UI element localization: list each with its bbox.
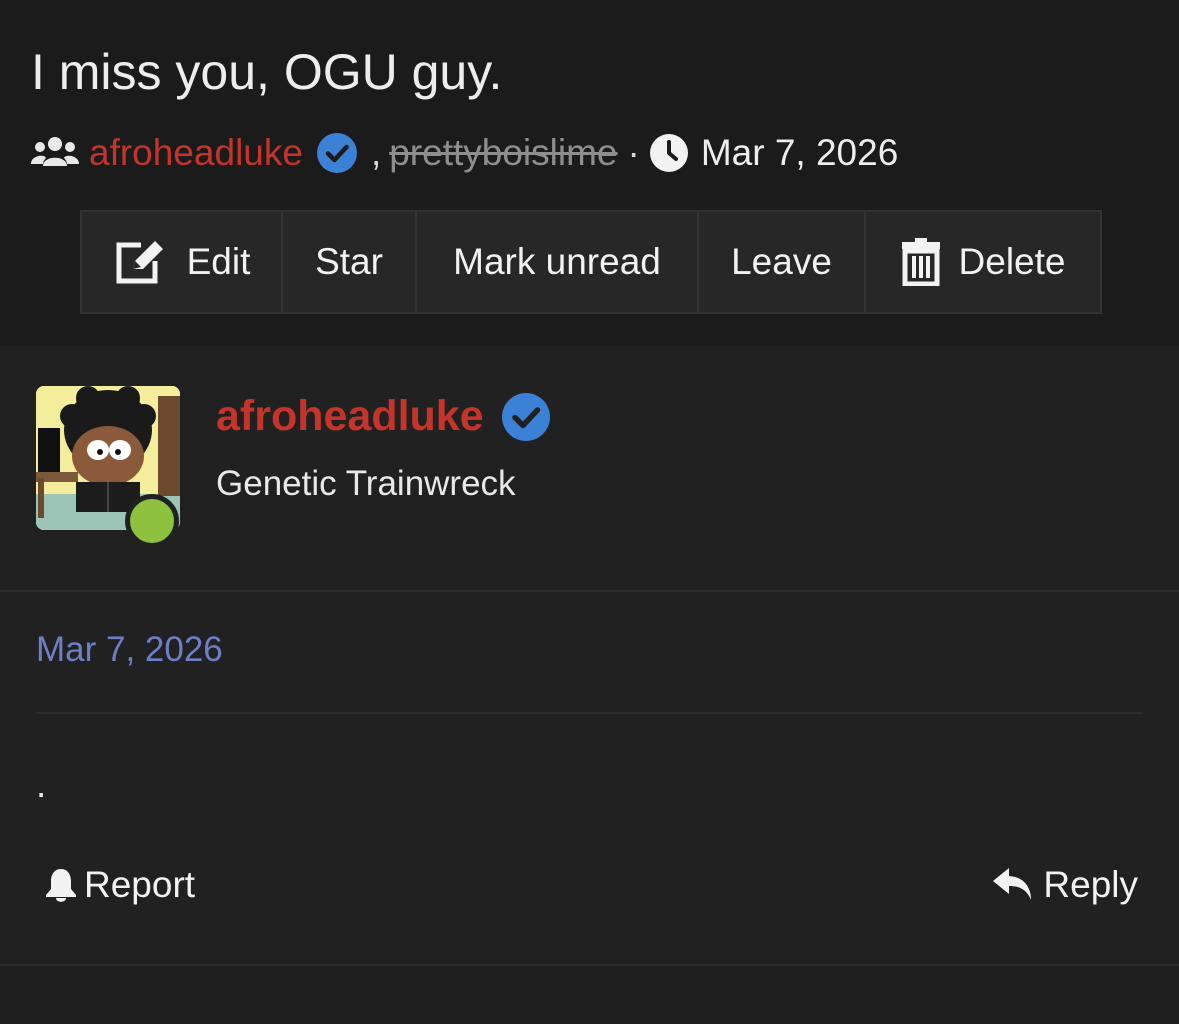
online-status-indicator (125, 494, 179, 548)
bell-icon (46, 869, 76, 902)
report-label: Report (84, 864, 196, 905)
participant-separator: , (370, 132, 382, 173)
author-username[interactable]: afroheadluke (216, 392, 484, 441)
reply-label: Reply (1043, 864, 1138, 905)
edit-icon (116, 241, 163, 284)
users-icon (31, 137, 79, 166)
conversation-toolbar: Edit Star Mark unread Leave Delete (80, 210, 1102, 314)
star-button[interactable]: Star (283, 212, 417, 312)
mark-unread-label: Mark unread (453, 241, 661, 282)
star-label: Star (315, 241, 383, 282)
leave-button[interactable]: Leave (699, 212, 866, 312)
reply-icon (993, 868, 1032, 900)
post-footer-area (0, 966, 1179, 1024)
meta-separator: · (627, 132, 640, 173)
conversation-date: Mar 7, 2026 (700, 132, 899, 173)
edit-label: Edit (186, 241, 251, 282)
leave-label: Leave (731, 241, 832, 282)
delete-label: Delete (958, 241, 1066, 282)
reply-button[interactable]: Reply (993, 864, 1138, 906)
message-post: afroheadluke Genetic Trainwreck Mar 7, 2… (0, 346, 1179, 1024)
message-header-divider (36, 712, 1143, 714)
clock-icon (649, 134, 688, 172)
conversation-meta: afroheadluke , prettyboislime · Mar 7, 2… (31, 128, 898, 178)
conversation-title: I miss you, OGU guy. (31, 44, 503, 100)
author-name-row: afroheadluke (216, 392, 550, 441)
participant-link-afroheadluke[interactable]: afroheadluke (89, 132, 303, 174)
trash-icon (901, 238, 940, 286)
edit-button[interactable]: Edit (82, 212, 283, 312)
conversation-header: I miss you, OGU guy. afroheadluke , pret… (0, 0, 1179, 346)
delete-button[interactable]: Delete (866, 212, 1100, 312)
participant-link-prettyboislime[interactable]: prettyboislime (389, 132, 617, 174)
message-body: . (36, 764, 47, 805)
verified-badge-icon (501, 392, 550, 441)
verified-badge-icon (316, 133, 357, 173)
message-author-block: afroheadluke Genetic Trainwreck (0, 346, 1179, 590)
report-button[interactable]: Report (44, 864, 195, 906)
author-user-title: Genetic Trainwreck (216, 464, 516, 503)
author-divider (0, 590, 1179, 592)
mark-unread-button[interactable]: Mark unread (417, 212, 699, 312)
message-date-link[interactable]: Mar 7, 2026 (36, 630, 223, 670)
